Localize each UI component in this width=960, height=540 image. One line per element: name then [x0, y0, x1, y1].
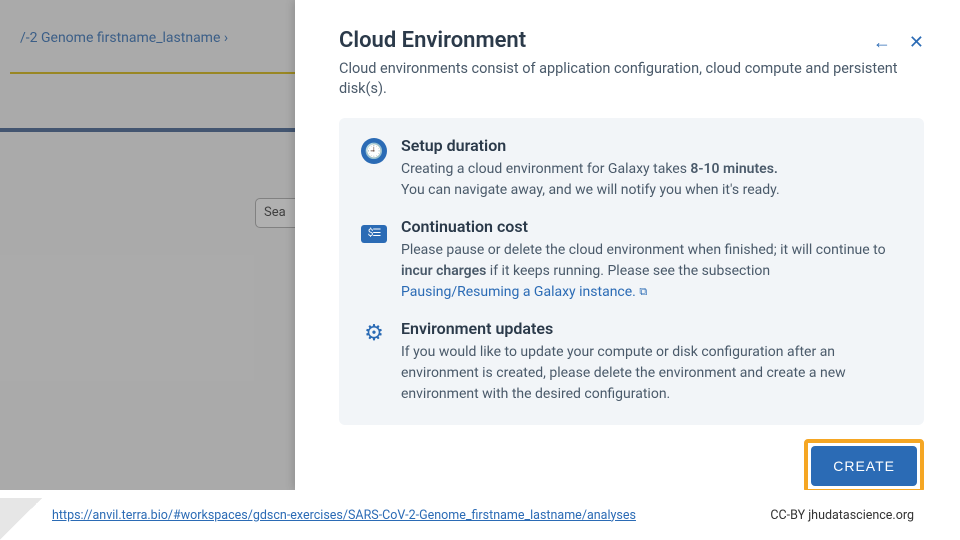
- cost-icon: $☰: [361, 219, 387, 245]
- setup-heading: Setup duration: [401, 136, 902, 155]
- environment-updates-item: ⚙ Environment updates If you would like …: [361, 319, 902, 405]
- cost-bold: incur charges: [401, 263, 486, 279]
- back-icon[interactable]: ←: [873, 32, 891, 53]
- setup-body: Setup duration Creating a cloud environm…: [401, 136, 902, 201]
- footer-url[interactable]: https://anvil.terra.bio/#workspaces/gdsc…: [52, 508, 636, 523]
- setup-duration-item: 🕘 Setup duration Creating a cloud enviro…: [361, 136, 902, 201]
- updates-text: If you would like to update your compute…: [401, 342, 902, 405]
- clock-icon: 🕘: [361, 138, 387, 164]
- setup-line1a: Creating a cloud environment for Galaxy …: [401, 161, 690, 177]
- panel-title: Cloud Environment: [339, 28, 526, 53]
- panel-header: Cloud Environment ← ✕: [339, 28, 924, 53]
- cost-line-b: if it keeps running. Please see the subs…: [486, 263, 770, 279]
- create-button-row: CREATE: [339, 425, 924, 493]
- create-button[interactable]: CREATE: [811, 446, 917, 486]
- updates-body: Environment updates If you would like to…: [401, 319, 902, 405]
- close-icon[interactable]: ✕: [909, 32, 924, 53]
- clock-icon-glyph: 🕘: [361, 138, 387, 164]
- create-button-highlight: CREATE: [804, 439, 924, 493]
- gear-icon: ⚙: [361, 321, 387, 347]
- setup-line2: You can navigate away, and we will notif…: [401, 182, 780, 198]
- cost-body: Continuation cost Please pause or delete…: [401, 217, 902, 303]
- cost-icon-glyph: $☰: [361, 225, 387, 243]
- cost-line-a: Please pause or delete the cloud environ…: [401, 242, 886, 258]
- continuation-cost-item: $☰ Continuation cost Please pause or del…: [361, 217, 902, 303]
- slide-footer: https://anvil.terra.bio/#workspaces/gdsc…: [0, 490, 960, 540]
- link-text: Pausing/Resuming a Galaxy instance.: [401, 284, 636, 300]
- setup-text: Creating a cloud environment for Galaxy …: [401, 159, 902, 201]
- external-link-icon: ⧉: [639, 285, 647, 298]
- panel-controls: ← ✕: [873, 32, 924, 53]
- cost-text: Please pause or delete the cloud environ…: [401, 240, 902, 303]
- panel-subtitle: Cloud environments consist of applicatio…: [339, 59, 924, 100]
- footer-attribution: CC-BY jhudatascience.org: [770, 508, 914, 523]
- info-box: 🕘 Setup duration Creating a cloud enviro…: [339, 118, 924, 425]
- page-corner-fold: [0, 498, 42, 540]
- cloud-environment-panel: Cloud Environment ← ✕ Cloud environments…: [295, 0, 960, 490]
- modal-overlay: [0, 0, 295, 490]
- updates-heading: Environment updates: [401, 319, 902, 338]
- cost-heading: Continuation cost: [401, 217, 902, 236]
- pausing-resuming-link[interactable]: Pausing/Resuming a Galaxy instance. ⧉: [401, 284, 647, 300]
- setup-line1b: 8-10 minutes.: [690, 161, 777, 177]
